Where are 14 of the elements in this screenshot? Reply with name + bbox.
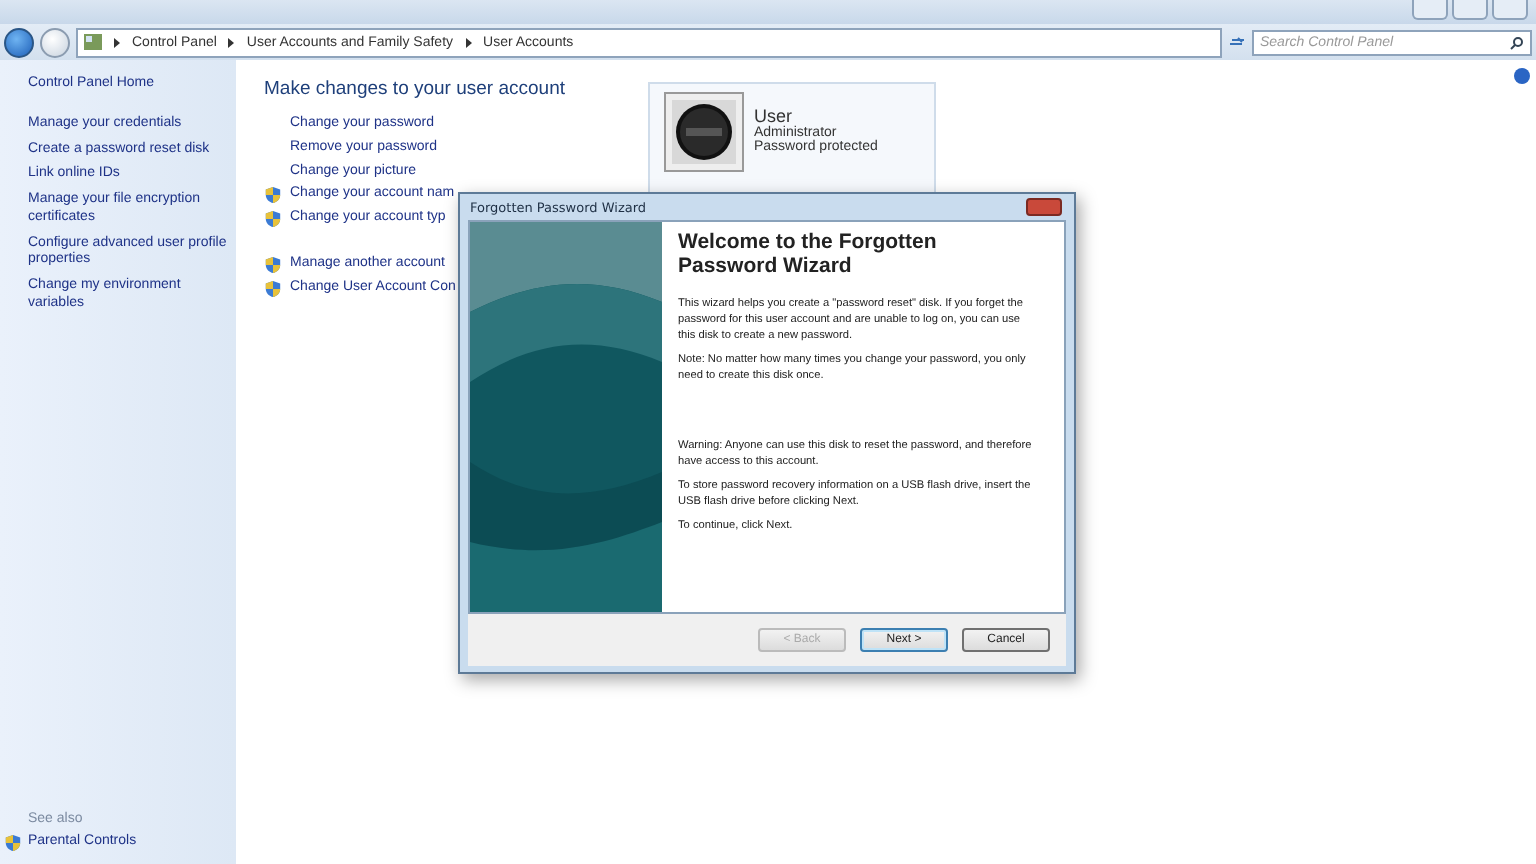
user-name: User [754, 106, 793, 126]
minimize-button[interactable] [1412, 0, 1448, 20]
wizard-heading: Welcome to the Forgotten Password Wizard [678, 230, 939, 279]
restore-button[interactable] [1452, 0, 1488, 20]
chevron-icon [114, 37, 120, 47]
refresh-icon[interactable] [1228, 34, 1246, 50]
chevron-icon [465, 37, 472, 47]
chevron-icon [228, 37, 235, 47]
back-button[interactable] [4, 27, 34, 57]
forward-button[interactable] [40, 27, 70, 57]
page-heading: Make changes to your user account [264, 78, 568, 100]
control-panel-icon [84, 34, 102, 50]
search-icon [1510, 35, 1524, 49]
close-button[interactable] [1026, 198, 1062, 217]
